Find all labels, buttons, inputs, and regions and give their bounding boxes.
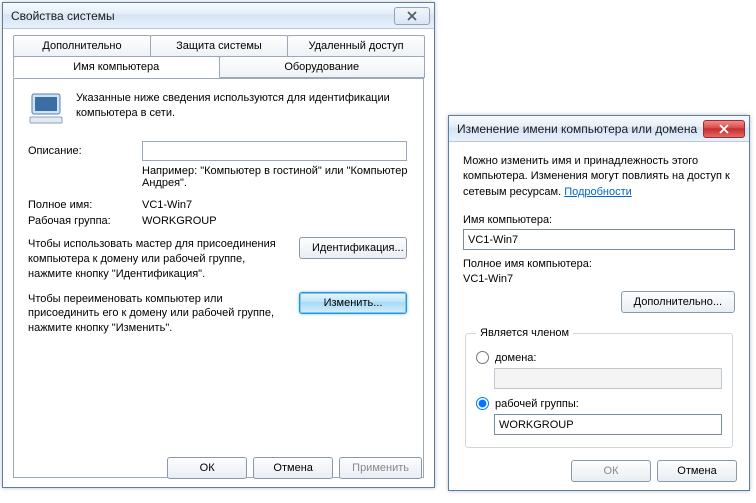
description-input[interactable] [142,141,407,161]
computer-name-label: Имя компьютера: [463,214,735,226]
tab-strip: Дополнительно Защита системы Удаленный д… [13,35,424,79]
dialog-button-row: ОК Отмена [571,460,737,482]
window-title: Изменение имени компьютера или домена [457,122,703,136]
tab-remote[interactable]: Удаленный доступ [287,35,425,57]
ok-button[interactable]: ОК [167,457,247,479]
workgroup-label: Рабочая группа: [28,215,142,227]
full-computer-name-value: VC1-Win7 [463,273,735,285]
system-properties-window: Свойства системы Дополнительно Защита си… [2,2,435,488]
workgroup-radio[interactable] [476,397,489,410]
dialog-button-row: ОК Отмена Применить [167,457,422,479]
tab-system-protection[interactable]: Защита системы [150,35,288,57]
member-of-legend: Является членом [476,327,573,339]
change-help-text: Чтобы переименовать компьютер или присое… [28,292,299,337]
apply-button[interactable]: Применить [339,457,422,479]
change-button[interactable]: Изменить... [299,292,407,314]
description-label: Описание: [28,145,142,157]
workgroup-input[interactable] [494,414,722,435]
cancel-button[interactable]: Отмена [253,457,333,479]
workgroup-value: WORKGROUP [142,215,409,227]
tab-page-computer-name: Указанные ниже сведения используются для… [13,78,424,478]
identification-help-text: Чтобы использовать мастер для присоедине… [28,237,299,282]
close-icon[interactable] [703,120,745,138]
domain-input [494,368,722,389]
details-link[interactable]: Подробности [564,186,632,198]
workgroup-radio-label: рабочей группы: [495,398,579,410]
description-hint: Например: "Компьютер в гостиной" или "Ко… [142,165,409,189]
titlebar[interactable]: Изменение имени компьютера или домена [449,116,749,142]
cancel-button[interactable]: Отмена [657,460,737,482]
fullname-label: Полное имя: [28,199,142,211]
domain-radio[interactable] [476,351,489,364]
name-domain-change-window: Изменение имени компьютера или домена Мо… [448,115,750,491]
domain-radio-label: домена: [495,352,536,364]
intro-text: Можно изменить имя и принадлежность этог… [463,154,735,200]
more-button[interactable]: Дополнительно... [621,291,735,313]
member-of-group: Является членом домена: рабочей группы: [465,327,733,448]
titlebar[interactable]: Свойства системы [3,3,434,29]
ok-button[interactable]: ОК [571,460,651,482]
tab-hardware[interactable]: Оборудование [219,56,426,78]
window-title: Свойства системы [11,9,394,23]
tab-computer-name[interactable]: Имя компьютера [13,56,220,78]
close-icon[interactable] [394,7,430,25]
header-info-text: Указанные ниже сведения используются для… [76,91,409,122]
tab-advanced[interactable]: Дополнительно [13,35,151,57]
fullname-value: VC1-Win7 [142,199,409,211]
computer-icon [28,91,68,129]
computer-name-input[interactable] [463,229,735,250]
identification-button[interactable]: Идентификация... [299,237,407,259]
full-computer-name-label: Полное имя компьютера: [463,258,735,270]
